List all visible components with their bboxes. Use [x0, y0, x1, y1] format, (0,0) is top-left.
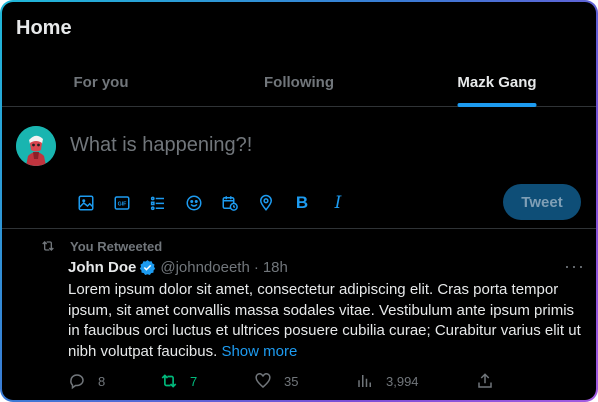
like-count: 35 — [284, 373, 299, 389]
views-count: 3,994 — [386, 373, 419, 389]
retweet-context-label: You Retweeted — [70, 238, 163, 254]
author-row: John Doe @johndoeeth · 18h — [68, 259, 288, 276]
location-icon[interactable] — [248, 190, 284, 216]
avatar[interactable] — [16, 126, 56, 166]
views-button[interactable]: 3,994 — [356, 372, 419, 390]
like-button[interactable]: 35 — [254, 372, 298, 390]
separator-dot: · — [253, 259, 259, 276]
tab-label: For you — [73, 73, 129, 91]
tab-following[interactable]: Following — [200, 58, 398, 106]
poll-icon[interactable] — [140, 190, 176, 216]
share-button[interactable] — [476, 372, 494, 390]
italic-icon-label: I — [334, 193, 342, 213]
views-icon — [358, 375, 371, 387]
tab-mazk-gang[interactable]: Mazk Gang — [398, 58, 596, 107]
emoji-icon[interactable] — [176, 190, 212, 216]
app-window: Home For you Following Mazk Gang What is… — [2, 2, 596, 400]
tab-label: Following — [264, 73, 334, 91]
page-title: Home — [16, 17, 72, 39]
tweet-post[interactable]: You Retweeted John Doe @johndoeeth · 18h… — [2, 230, 596, 400]
reply-icon — [70, 374, 84, 390]
italic-icon[interactable]: I — [320, 190, 356, 216]
author-name[interactable]: John Doe — [68, 259, 136, 276]
post-time[interactable]: 18h — [263, 259, 288, 276]
heart-icon — [255, 373, 271, 388]
tweet-button[interactable]: Tweet — [503, 184, 581, 220]
reply-button[interactable]: 8 — [68, 372, 105, 390]
tab-bar: For you Following Mazk Gang — [2, 58, 596, 107]
gif-icon[interactable]: GIF — [104, 190, 140, 216]
composer-toolbar: GIF B I — [68, 190, 356, 216]
verified-badge-icon — [140, 260, 156, 276]
post-body: Lorem ipsum dolor sit amet, consectetur … — [68, 281, 581, 360]
retweet-icon — [161, 374, 177, 388]
window-frame: Home For you Following Mazk Gang What is… — [0, 0, 598, 402]
show-more-link[interactable]: Show more — [221, 343, 297, 360]
author-handle[interactable]: @johndoeeth — [160, 259, 249, 276]
schedule-icon[interactable] — [212, 190, 248, 216]
retweet-context: You Retweeted — [40, 238, 162, 254]
active-tab-indicator — [457, 103, 537, 107]
share-icon — [478, 373, 492, 388]
reply-count: 8 — [98, 373, 106, 389]
post-actions: 8 7 35 3,994 — [68, 372, 578, 392]
post-text: Lorem ipsum dolor sit amet, consectetur … — [68, 280, 584, 362]
retweet-count: 7 — [190, 373, 198, 389]
tweet-composer: What is happening?! GIF B I Tweet — [2, 108, 596, 229]
tab-label: Mazk Gang — [457, 73, 537, 91]
more-options-icon[interactable]: ··· — [564, 256, 585, 277]
avatar-image — [16, 126, 56, 166]
compose-input[interactable]: What is happening?! — [70, 134, 252, 157]
bold-icon-label: B — [295, 193, 309, 212]
bold-icon[interactable]: B — [284, 190, 320, 216]
gif-icon-label: GIF — [118, 202, 128, 208]
tab-for-you[interactable]: For you — [2, 58, 200, 106]
retweet-icon — [42, 241, 54, 251]
retweet-button[interactable]: 7 — [160, 372, 197, 390]
image-icon[interactable] — [68, 190, 104, 216]
